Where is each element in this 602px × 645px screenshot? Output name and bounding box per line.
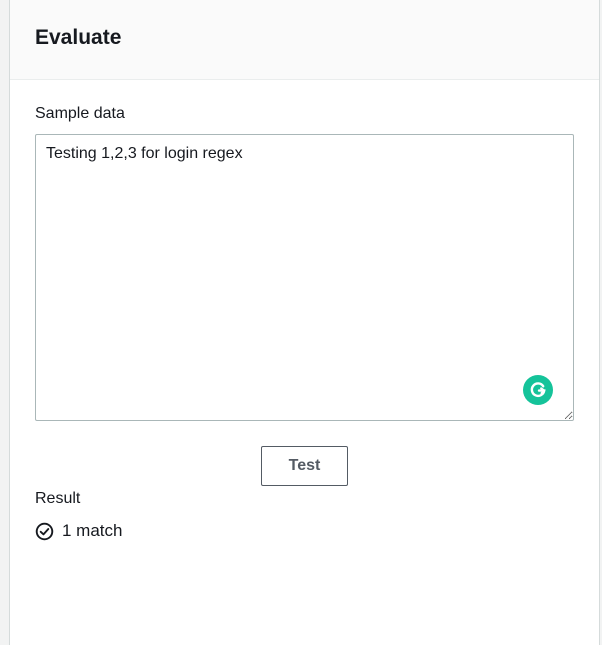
panel-title: Evaluate [35, 26, 122, 49]
result-text: 1 match [62, 521, 123, 540]
grammarly-glyph [530, 382, 546, 398]
sample-data-textarea[interactable]: Testing 1,2,3 for login regex [35, 134, 574, 421]
result-status: 1 match [35, 520, 122, 542]
panel-header: Evaluate [10, 0, 599, 80]
grammarly-icon[interactable] [523, 375, 553, 405]
test-button[interactable]: Test [261, 446, 348, 486]
evaluate-panel: Evaluate Sample data Testing 1,2,3 for l… [9, 0, 600, 645]
result-label: Result [35, 490, 81, 507]
check-circle-icon [35, 522, 54, 540]
sample-data-label: Sample data [35, 105, 125, 122]
